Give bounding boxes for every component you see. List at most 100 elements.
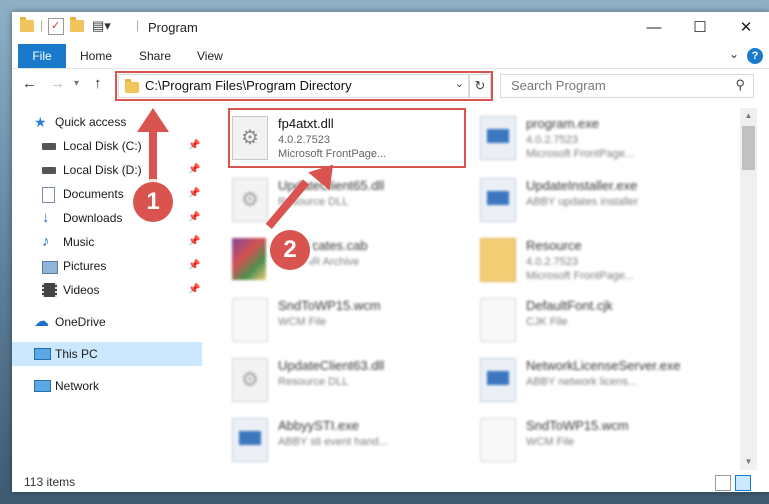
tab-view[interactable]: View [197,44,223,68]
cloud-icon: ☁ [34,313,49,330]
scrollbar-thumb[interactable] [742,126,755,170]
new-folder-icon[interactable] [70,17,84,32]
sidebar-item-documents[interactable]: Documents 📌 [12,182,202,206]
sidebar-item-label: Network [55,379,100,393]
file-item[interactable]: NetworkLicenseServer.exe ABBY network li… [450,352,690,408]
annotation-step-1: 1 [133,182,173,222]
pin-icon[interactable]: 📌 [188,158,200,182]
status-bar: 113 items [12,472,769,492]
help-icon[interactable]: ? [747,48,763,64]
file-item[interactable]: Certificates.cab WinRAR Archive [202,232,442,288]
tab-home[interactable]: Home [80,44,112,68]
film-icon [42,283,57,297]
maximize-button[interactable]: ☐ [677,12,723,44]
search-input[interactable]: Search Program ⚲ [500,74,754,98]
customize-toolbar-icon[interactable]: ▤▾ [92,18,111,34]
ribbon-tabs: File Home Share View ⌄ ? [12,44,769,69]
window-title: Program [148,20,198,35]
sidebar-item-label: Music [63,235,95,249]
address-highlight [115,71,493,101]
monitor-icon [34,348,51,360]
back-icon[interactable]: ← [22,75,37,92]
file-type: Resource DLL [278,376,349,388]
annotation-arrow-1-shaft [149,128,157,184]
sidebar-item-videos[interactable]: Videos 📌 [12,278,202,302]
tab-share[interactable]: Share [139,44,171,68]
file-name: SndToWP15.wcm [526,418,629,433]
file-list: fp4atxt.dll 4.0.2.7523 Microsoft FrontPa… [202,108,740,470]
sidebar-item-label: This PC [55,347,98,361]
file-item[interactable]: Resource 4.0.2.7523 Microsoft FrontPage.… [450,232,690,288]
scroll-down-icon[interactable]: ▼ [740,454,757,470]
sidebar-item-pictures[interactable]: Pictures 📌 [12,254,202,278]
file-description: Microsoft FrontPage... [526,270,635,282]
forward-icon[interactable]: → [50,75,65,92]
exe-file-icon [480,178,516,222]
file-description: Microsoft FrontPage... [526,148,635,160]
file-item[interactable]: UpdateInstaller.exe ABBY updates install… [450,172,690,228]
title-divider: | [136,18,140,32]
scroll-up-icon[interactable]: ▲ [740,108,757,124]
recent-locations-icon[interactable]: ▾ [74,78,79,89]
close-button[interactable]: ✕ [723,12,769,44]
address-row: ← → ▾ ↑ C:\Program Files\Program Directo… [12,69,769,101]
search-icon: ⚲ [735,77,745,92]
file-name: UpdateInstaller.exe [526,178,638,193]
file-type: ABBY network licens... [526,376,638,388]
sidebar-item-quick-access[interactable]: ★ Quick access [12,110,202,134]
dll-file-icon [232,358,268,402]
documents-icon [42,187,55,203]
sidebar-item-onedrive[interactable]: ☁ OneDrive [12,310,202,334]
sidebar-item-network[interactable]: Network [12,374,202,398]
pin-icon[interactable]: 📌 [188,206,200,230]
pin-icon[interactable]: 📌 [188,278,200,302]
exe-file-icon [480,358,516,402]
sidebar-item-label: Videos [63,283,100,297]
file-item[interactable]: UpdateClient63.dll Resource DLL [202,352,442,408]
file-icon [232,298,268,342]
expand-ribbon-icon[interactable]: ⌄ [729,47,739,61]
sidebar-item-local-disk-c[interactable]: Local Disk (C:) 📌 [12,134,202,158]
file-item[interactable]: SndToWP15.wcm WCM File [202,292,442,348]
music-note-icon: ♪ [42,233,50,250]
annotation-arrow-1-head [137,108,169,132]
star-icon: ★ [34,114,47,130]
archive-file-icon [232,238,266,280]
sidebar-item-label: OneDrive [55,315,106,329]
properties-icon[interactable]: ✓ [48,18,64,35]
sidebar-item-label: Downloads [63,211,123,225]
pictures-icon [42,261,58,274]
file-item[interactable]: DefaultFont.cjk CJK File [450,292,690,348]
annotation-step-2: 2 [270,230,310,270]
exe-file-icon [480,116,516,160]
file-item[interactable]: SndToWP15.wcm WCM File [450,412,690,468]
pin-icon[interactable]: 📌 [188,254,200,278]
sidebar-item-this-pc[interactable]: This PC [12,342,202,366]
sidebar-item-music[interactable]: ♪ Music 📌 [12,230,202,254]
network-icon [34,380,51,392]
vertical-scrollbar[interactable]: ▲ ▼ [740,108,757,470]
sidebar-item-downloads[interactable]: ↓ Downloads 📌 [12,206,202,230]
drive-icon [42,143,56,150]
file-item[interactable]: AbbyySTI.exe ABBY sti event hand... [202,412,442,468]
large-icons-view-icon[interactable] [735,475,751,491]
explorer-window: | ✓ ▤▾ | Program — ☐ ✕ File Home Share V… [12,12,769,492]
file-name: AbbyySTI.exe [278,418,359,433]
sidebar-item-local-disk-d[interactable]: Local Disk (D:) 📌 [12,158,202,182]
folder-icon [480,238,516,282]
file-version: 4.0.2.7523 [526,256,578,268]
pin-icon[interactable]: 📌 [188,230,200,254]
pin-icon[interactable]: 📌 [188,134,200,158]
file-version: 4.0.2.7523 [526,134,578,146]
details-view-icon[interactable] [715,475,731,491]
file-name: DefaultFont.cjk [526,298,613,313]
up-icon[interactable]: ↑ [94,75,102,92]
file-item-program-exe[interactable]: program.exe 4.0.2.7523 Microsoft FrontPa… [450,110,690,166]
tab-file[interactable]: File [18,44,66,68]
minimize-button[interactable]: — [631,12,677,44]
title-bar: | ✓ ▤▾ | Program — ☐ ✕ [12,12,769,44]
file-type: ABBY updates installer [526,196,639,208]
pin-icon[interactable]: 📌 [188,182,200,206]
drive-icon [42,167,56,174]
file-icon [480,298,516,342]
